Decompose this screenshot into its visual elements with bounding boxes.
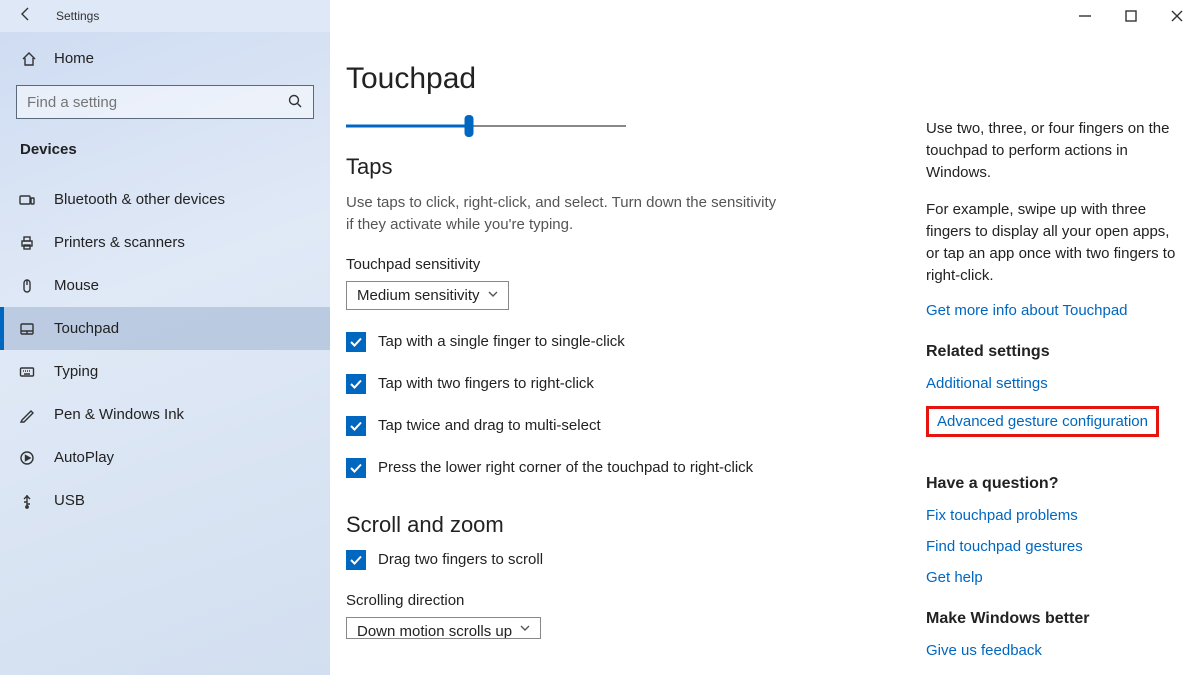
printer-icon <box>18 235 36 251</box>
devices-icon <box>18 192 36 208</box>
sidebar-item-label: Pen & Windows Ink <box>54 406 184 423</box>
mouse-icon <box>18 278 36 294</box>
checkbox[interactable] <box>346 374 366 394</box>
sidebar-item-usb[interactable]: USB <box>0 479 330 522</box>
link-touchpad-info[interactable]: Get more info about Touchpad <box>926 302 1184 319</box>
sidebar-item-label: USB <box>54 492 85 509</box>
check-corner-right-click[interactable]: Press the lower right corner of the touc… <box>346 458 906 478</box>
check-single-tap[interactable]: Tap with a single finger to single-click <box>346 332 906 352</box>
autoplay-icon <box>18 450 36 466</box>
checkbox[interactable] <box>346 550 366 570</box>
sidebar-section-label: Devices <box>16 137 314 170</box>
scroll-direction-value: Down motion scrolls up <box>357 623 512 639</box>
check-label: Tap twice and drag to multi-select <box>378 417 601 434</box>
close-icon <box>1169 8 1185 24</box>
gestures-intro-2: For example, swipe up with three fingers… <box>926 199 1184 286</box>
usb-icon <box>18 493 36 509</box>
sidebar-item-touchpad[interactable]: Touchpad <box>0 307 330 350</box>
sensitivity-value: Medium sensitivity <box>357 287 480 304</box>
related-settings-heading: Related settings <box>926 343 1184 361</box>
arrow-left-icon <box>18 6 34 22</box>
sidebar-item-label: Printers & scanners <box>54 234 185 251</box>
sidebar-item-pen[interactable]: Pen & Windows Ink <box>0 393 330 436</box>
maximize-button[interactable] <box>1108 0 1154 32</box>
pen-icon <box>18 407 36 423</box>
slider-thumb[interactable] <box>465 115 474 137</box>
link-fix-touchpad[interactable]: Fix touchpad problems <box>926 507 1184 524</box>
chevron-down-icon <box>520 623 530 636</box>
sidebar-item-label: Bluetooth & other devices <box>54 191 225 208</box>
nav-home[interactable]: Home <box>16 40 314 77</box>
link-feedback[interactable]: Give us feedback <box>926 642 1184 659</box>
side-panel: Use two, three, or four fingers on the t… <box>926 62 1184 675</box>
sidebar-item-bluetooth[interactable]: Bluetooth & other devices <box>0 178 330 221</box>
link-additional-settings[interactable]: Additional settings <box>926 375 1184 392</box>
sidebar-item-label: Touchpad <box>54 320 119 337</box>
search-icon <box>287 93 303 112</box>
link-find-gestures[interactable]: Find touchpad gestures <box>926 538 1184 555</box>
highlight-advanced-gesture: Advanced gesture configuration <box>926 406 1159 437</box>
minimize-button[interactable] <box>1062 0 1108 32</box>
keyboard-icon <box>18 364 36 380</box>
nav-home-label: Home <box>54 50 94 67</box>
sensitivity-dropdown[interactable]: Medium sensitivity <box>346 281 509 310</box>
close-button[interactable] <box>1154 0 1200 32</box>
sidebar-item-typing[interactable]: Typing <box>0 350 330 393</box>
checkbox[interactable] <box>346 416 366 436</box>
check-two-finger-scroll[interactable]: Drag two fingers to scroll <box>346 550 906 570</box>
check-tap-drag[interactable]: Tap twice and drag to multi-select <box>346 416 906 436</box>
check-label: Press the lower right corner of the touc… <box>378 459 753 476</box>
sidebar: Home Devices Bluetooth & other devices <box>0 32 330 675</box>
sidebar-item-mouse[interactable]: Mouse <box>0 264 330 307</box>
speed-slider[interactable] <box>346 118 626 134</box>
sidebar-item-label: Typing <box>54 363 98 380</box>
gestures-intro-1: Use two, three, or four fingers on the t… <box>926 118 1184 183</box>
maximize-icon <box>1123 8 1139 24</box>
main-content: Touchpad Taps Use taps to click, right-c… <box>346 62 926 675</box>
titlebar: Settings <box>0 0 1200 32</box>
checkbox[interactable] <box>346 458 366 478</box>
window-title: Settings <box>56 9 99 23</box>
search-input[interactable] <box>27 94 287 111</box>
scroll-direction-dropdown[interactable]: Down motion scrolls up <box>346 617 541 639</box>
touchpad-icon <box>18 321 36 337</box>
taps-heading: Taps <box>346 154 906 180</box>
search-box[interactable] <box>16 85 314 119</box>
page-title: Touchpad <box>346 62 906 96</box>
sensitivity-label: Touchpad sensitivity <box>346 256 906 273</box>
scroll-direction-label: Scrolling direction <box>346 592 906 609</box>
chevron-down-icon <box>488 289 498 302</box>
check-label: Tap with two fingers to right-click <box>378 375 594 392</box>
home-icon <box>20 51 38 67</box>
check-label: Tap with a single finger to single-click <box>378 333 625 350</box>
question-heading: Have a question? <box>926 475 1184 493</box>
better-heading: Make Windows better <box>926 610 1184 628</box>
back-button[interactable] <box>18 6 34 27</box>
sidebar-item-printers[interactable]: Printers & scanners <box>0 221 330 264</box>
scroll-heading: Scroll and zoom <box>346 512 906 538</box>
checkbox[interactable] <box>346 332 366 352</box>
link-get-help[interactable]: Get help <box>926 569 1184 586</box>
taps-description: Use taps to click, right-click, and sele… <box>346 192 786 236</box>
sidebar-item-autoplay[interactable]: AutoPlay <box>0 436 330 479</box>
link-advanced-gesture[interactable]: Advanced gesture configuration <box>937 413 1148 430</box>
check-label: Drag two fingers to scroll <box>378 551 543 568</box>
sidebar-item-label: Mouse <box>54 277 99 294</box>
minimize-icon <box>1077 8 1093 24</box>
check-two-finger-tap[interactable]: Tap with two fingers to right-click <box>346 374 906 394</box>
sidebar-item-label: AutoPlay <box>54 449 114 466</box>
